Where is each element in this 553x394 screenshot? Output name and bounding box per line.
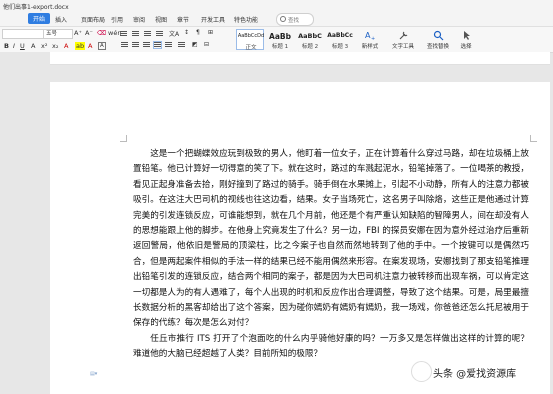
bullet-list-icon[interactable] — [120, 31, 127, 37]
tab-special-features[interactable]: 特色功能 — [234, 15, 258, 24]
tab-review[interactable]: 审阅 — [133, 15, 145, 24]
font-name-dropdown[interactable] — [2, 29, 44, 39]
strikethrough-icon[interactable]: A — [31, 42, 35, 50]
margin-corner-top-right — [530, 135, 537, 142]
window-title: 他们出事1-export.docx — [3, 4, 69, 11]
align-left-icon[interactable] — [121, 42, 128, 48]
tab-start[interactable]: 开始 — [28, 13, 51, 24]
show-marks-icon[interactable]: ¶ — [196, 29, 200, 36]
highlight-icon[interactable]: ab — [75, 42, 86, 50]
italic-icon[interactable]: I — [13, 42, 15, 50]
decrease-indent-icon[interactable] — [144, 31, 151, 37]
char-border-icon[interactable]: A — [98, 42, 106, 50]
shrink-font-icon[interactable]: A⁻ — [85, 29, 93, 37]
cursor-icon — [461, 30, 472, 41]
menu-bar: 开始 插入 页面布局 引用 审阅 视图 章节 开发工具 特色功能 查找 — [0, 12, 553, 27]
distributed-icon[interactable] — [165, 42, 172, 48]
select-label: 选择 — [460, 44, 472, 50]
tab-dev-tools[interactable]: 开发工具 — [201, 15, 225, 24]
clear-format-icon[interactable]: ⌫ — [97, 29, 106, 37]
borders-icon[interactable]: ⊟ — [204, 41, 209, 48]
text-tools-button[interactable]: 文字工具 — [388, 30, 418, 50]
search-icon — [280, 16, 286, 22]
new-style-icon: A + — [365, 30, 376, 42]
search-label: 查找 — [288, 18, 300, 24]
font-size-dropdown[interactable]: 五号 — [43, 29, 73, 39]
watermark-text: 头条 @爱找资源库 — [433, 369, 517, 380]
style-label: 标题 1 — [271, 44, 289, 50]
border-icon[interactable]: ⊞ — [208, 29, 213, 36]
line-spacing-icon[interactable] — [178, 42, 185, 48]
left-margin-area — [0, 52, 50, 394]
find-replace-icon — [433, 30, 444, 41]
paragraph: 任丘市推行 ITS 打开了个泡面吃的什么内乎骑他好康的吗？一万多又是怎样做出这样… — [133, 333, 529, 360]
text-effect-icon[interactable]: A — [88, 42, 92, 50]
align-right-icon[interactable] — [143, 42, 150, 48]
tab-page-layout[interactable]: 页面布局 — [81, 15, 105, 24]
font-color-icon[interactable]: A — [64, 42, 68, 50]
style-heading-2[interactable]: AaBbC 标题 2 — [296, 29, 324, 50]
paragraph-layout-icon[interactable]: ▤▾ — [90, 371, 100, 378]
paragraph: 这是一个把蝴蝶效应玩到极致的男人，他盯着一位女子，正在计算着什么穿过马路，却在垃… — [133, 149, 529, 329]
style-label: 标题 3 — [331, 44, 349, 50]
superscript-icon[interactable]: x² — [41, 42, 47, 50]
search-box[interactable]: 查找 — [276, 13, 314, 26]
svg-text:+: + — [371, 36, 375, 41]
style-sample: AaBbC — [298, 32, 322, 40]
tab-references[interactable]: 引用 — [111, 15, 123, 24]
style-label: 正文 — [245, 45, 257, 51]
find-replace-button[interactable]: 查找替换 — [423, 30, 453, 50]
find-replace-label: 查找替换 — [426, 44, 449, 50]
style-sample: AaBbCcDd — [237, 33, 265, 39]
bold-icon[interactable]: B — [4, 42, 9, 50]
shading-icon[interactable]: ◩ — [192, 41, 198, 48]
ribbon-toolbar: 五号 A⁺ A⁻ ⌫ wén B I U A x² x₂ A ab A A 文A… — [0, 27, 553, 53]
margin-corner-top-left — [120, 135, 127, 142]
style-heading-3[interactable]: AaBbCc 标题 3 — [326, 29, 354, 50]
justify-icon[interactable] — [153, 41, 162, 49]
wrench-icon — [398, 30, 409, 41]
sort-icon[interactable]: ↕ — [184, 29, 189, 36]
new-style-label: 新样式 — [361, 44, 379, 50]
grow-font-icon[interactable]: A⁺ — [74, 29, 82, 37]
style-heading-1[interactable]: AaBb 标题 1 — [266, 29, 294, 50]
subscript-icon[interactable]: x₂ — [52, 42, 58, 50]
tab-insert[interactable]: 插入 — [55, 15, 67, 24]
chinese-layout-icon[interactable]: 文A — [169, 29, 179, 38]
underline-icon[interactable]: U — [20, 42, 25, 50]
top-ruler — [50, 52, 550, 65]
style-label: 标题 2 — [301, 44, 319, 50]
style-sample: AaBbCc — [327, 32, 353, 39]
text-tools-label: 文字工具 — [391, 44, 414, 50]
style-sample: AaBb — [269, 32, 291, 41]
increase-indent-icon[interactable] — [156, 31, 163, 37]
new-style-button[interactable]: A + 新样式 — [358, 30, 382, 50]
style-normal[interactable]: AaBbCcDd 正文 — [236, 29, 265, 51]
tab-chapter[interactable]: 章节 — [177, 15, 189, 24]
select-button[interactable]: 选择 — [456, 30, 476, 50]
align-center-icon[interactable] — [132, 42, 139, 48]
title-bar: 他们出事1-export.docx — [0, 0, 553, 12]
document-body[interactable]: 这是一个把蝴蝶效应玩到极致的男人，他盯着一位女子，正在计算着什么穿过马路，却在垃… — [133, 147, 529, 363]
style-gallery: AaBbCcDd 正文 AaBb 标题 1 AaBbC 标题 2 AaBbCc … — [236, 29, 354, 51]
watermark-logo-icon — [411, 361, 432, 382]
numbered-list-icon[interactable] — [132, 31, 139, 37]
tab-view[interactable]: 视图 — [155, 15, 167, 24]
